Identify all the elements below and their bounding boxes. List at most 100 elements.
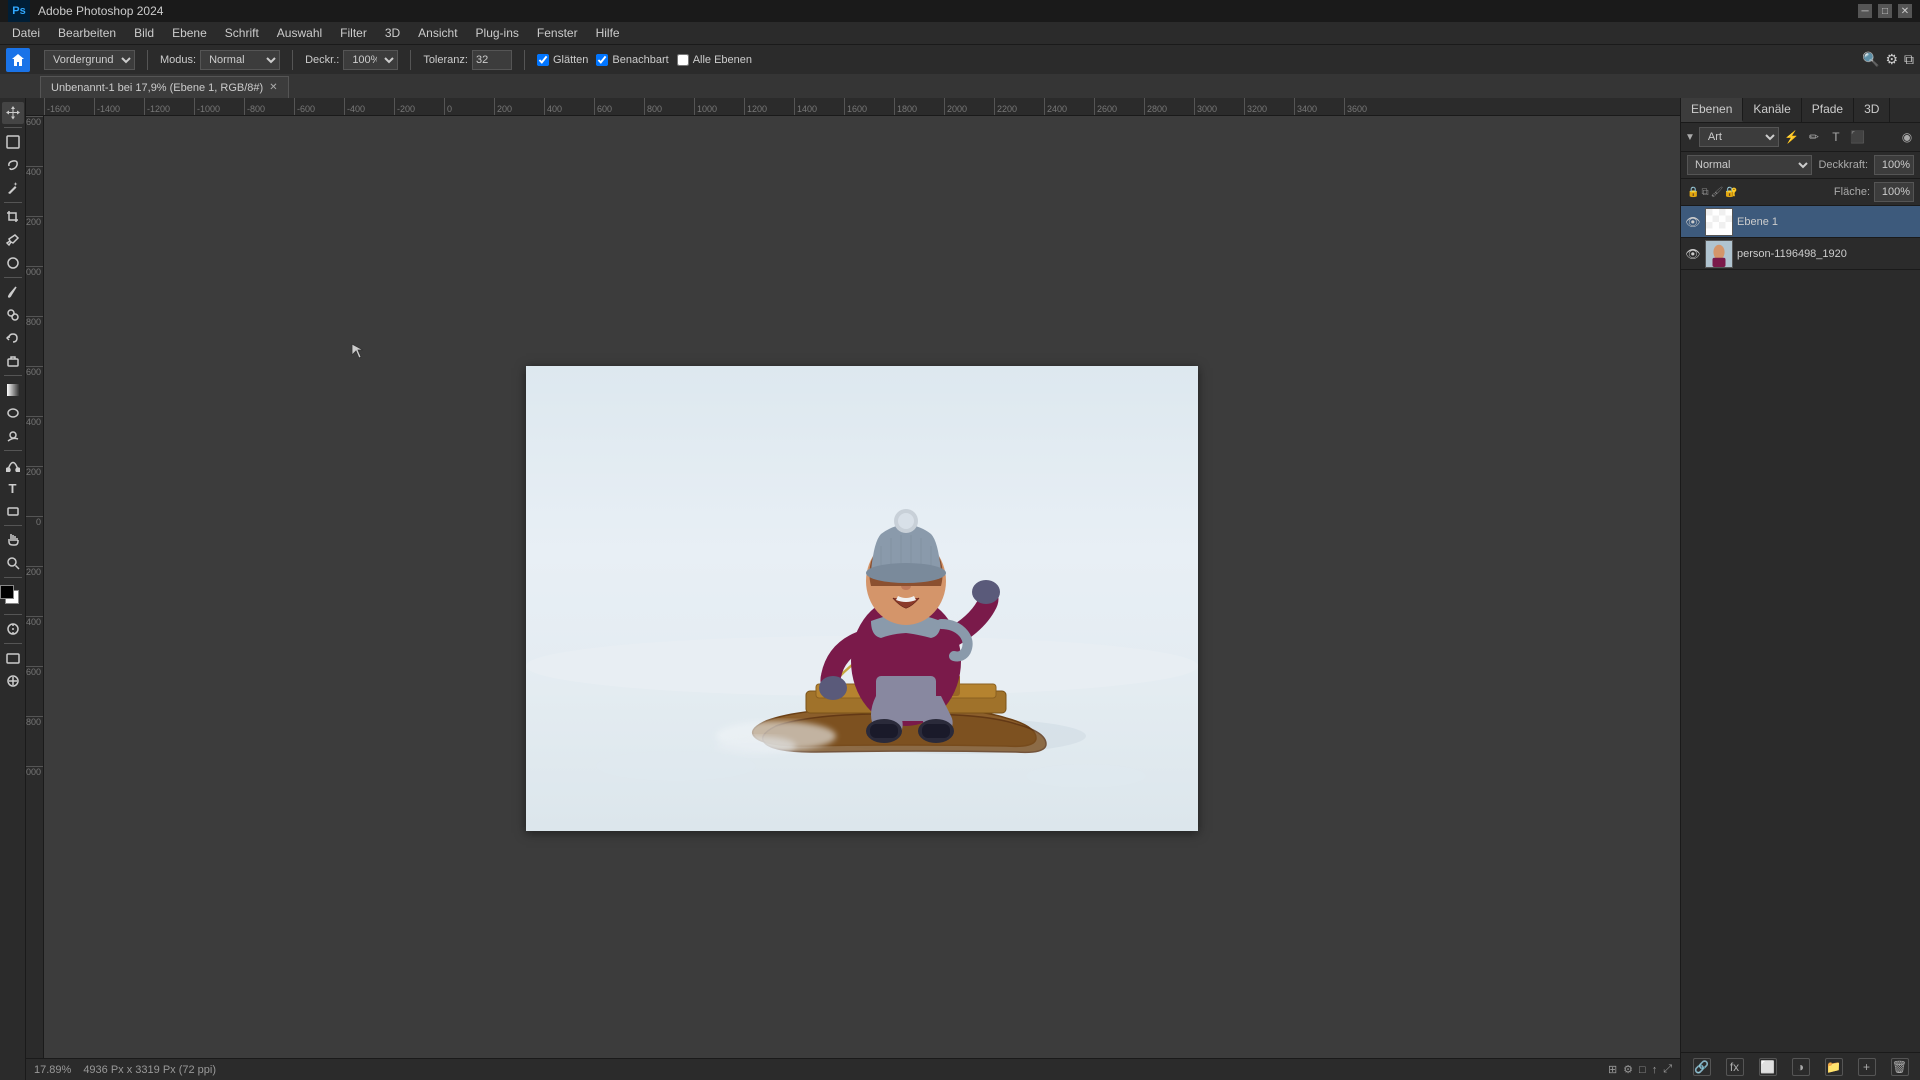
tab-ebenen[interactable]: Ebenen: [1681, 98, 1743, 122]
layer-new-button[interactable]: +: [1858, 1058, 1876, 1076]
layer-visibility-1[interactable]: 👁: [1685, 214, 1701, 230]
adjust-icon[interactable]: ⚙: [1623, 1063, 1633, 1076]
menu-ansicht[interactable]: Ansicht: [410, 24, 465, 42]
lock-position-icon[interactable]: 🔒: [1687, 187, 1699, 198]
lock-all-icon[interactable]: 🔐: [1725, 187, 1737, 198]
menu-ebene[interactable]: Ebene: [164, 24, 215, 42]
layer-item-2[interactable]: 👁 person-1196498_1920: [1681, 238, 1920, 270]
layer-fill-button[interactable]: ◑: [1792, 1058, 1810, 1076]
layer-visibility-2[interactable]: 👁: [1685, 246, 1701, 262]
select-tool[interactable]: [2, 131, 24, 153]
gradient-tool[interactable]: [2, 379, 24, 401]
path-tool[interactable]: [2, 454, 24, 476]
benachbart-checkbox[interactable]: [596, 54, 608, 66]
v-ruler-tick: -600: [26, 366, 43, 416]
alle-ebenen-container: Alle Ebenen: [677, 54, 752, 66]
menu-schrift[interactable]: Schrift: [217, 24, 267, 42]
layer-link-button[interactable]: 🔗: [1693, 1058, 1711, 1076]
fill-input[interactable]: [1874, 182, 1914, 202]
maximize-button[interactable]: □: [1878, 4, 1892, 18]
text-tool[interactable]: T: [2, 477, 24, 499]
deckraft-label: Deckr.:: [305, 54, 339, 66]
filter-type-select[interactable]: Art: [1699, 127, 1779, 147]
tab-close-button[interactable]: ✕: [269, 82, 277, 93]
magic-wand-tool[interactable]: [2, 177, 24, 199]
heal-tool[interactable]: [2, 252, 24, 274]
menu-hilfe[interactable]: Hilfe: [588, 24, 628, 42]
arrange-icon[interactable]: ⧉: [1904, 51, 1914, 68]
search-icon[interactable]: 🔍: [1862, 51, 1879, 68]
tab-kanale[interactable]: Kanäle: [1743, 98, 1801, 122]
layer-group-button[interactable]: 📁: [1825, 1058, 1843, 1076]
brush-tool[interactable]: [2, 281, 24, 303]
layers-list: 👁 Ebene 1: [1681, 206, 1920, 1052]
h-ruler-tick: -1600: [44, 98, 94, 116]
export-icon[interactable]: □: [1639, 1064, 1646, 1076]
toleranz-input[interactable]: [472, 50, 512, 70]
grid-icon[interactable]: ⊞: [1608, 1063, 1617, 1076]
screen-mode-tool[interactable]: [2, 647, 24, 669]
lasso-tool[interactable]: [2, 154, 24, 176]
alle-ebenen-checkbox[interactable]: [677, 54, 689, 66]
menu-plugins[interactable]: Plug-ins: [468, 24, 527, 42]
deckraft-select[interactable]: 100%: [343, 50, 398, 70]
close-button[interactable]: ✕: [1898, 4, 1912, 18]
layer-style-button[interactable]: fx: [1726, 1058, 1744, 1076]
tool-divider-9: [4, 643, 22, 644]
tool-preset-select[interactable]: Vordergrund: [44, 50, 135, 70]
layer-icon-btn-1[interactable]: ⚡: [1783, 128, 1801, 146]
modus-select[interactable]: Normal: [200, 50, 280, 70]
settings-icon[interactable]: ⚙: [1885, 51, 1898, 68]
color-swatch-container[interactable]: [0, 585, 26, 611]
layer-mask-button[interactable]: ⬜: [1759, 1058, 1777, 1076]
layer-icon-btn-2[interactable]: ✏: [1805, 128, 1823, 146]
divider-4: [524, 50, 525, 70]
menu-3d[interactable]: 3D: [377, 24, 408, 42]
blur-tool[interactable]: [2, 402, 24, 424]
lock-transparent-icon[interactable]: ⧉: [1701, 187, 1708, 198]
tool-divider-4: [4, 375, 22, 376]
h-ruler-tick: -1400: [94, 98, 144, 116]
move-tool[interactable]: [2, 102, 24, 124]
layers-panel: ▼ Art ⚡ ✏ T ⬛ ◉ Normal Deckkraft:: [1681, 123, 1920, 1080]
glatten-checkbox[interactable]: [537, 54, 549, 66]
eyedropper-tool[interactable]: [2, 229, 24, 251]
layer-icon-btn-4[interactable]: ⬛: [1849, 128, 1867, 146]
crop-tool[interactable]: [2, 206, 24, 228]
layer-name-1: Ebene 1: [1737, 216, 1916, 228]
menu-auswahl[interactable]: Auswahl: [269, 24, 330, 42]
opacity-input[interactable]: [1874, 155, 1914, 175]
quick-mask-tool[interactable]: [2, 618, 24, 640]
share-icon[interactable]: ↑: [1652, 1064, 1658, 1076]
tab-pfade[interactable]: Pfade: [1802, 98, 1854, 122]
zoom-tool[interactable]: [2, 552, 24, 574]
extra-tool[interactable]: [2, 670, 24, 692]
lock-image-icon[interactable]: 🖌: [1711, 187, 1724, 198]
layer-delete-button[interactable]: 🗑: [1891, 1058, 1909, 1076]
fill-label: Fläche:: [1834, 186, 1870, 198]
minimize-button[interactable]: ─: [1858, 4, 1872, 18]
foreground-color-swatch[interactable]: [0, 585, 14, 599]
shape-tool[interactable]: [2, 500, 24, 522]
menu-datei[interactable]: Datei: [4, 24, 48, 42]
layer-item-1[interactable]: 👁 Ebene 1: [1681, 206, 1920, 238]
options-bar: Vordergrund Modus: Normal Deckr.: 100% T…: [0, 44, 1920, 74]
layer-filter-toggle[interactable]: ◉: [1898, 128, 1916, 146]
menu-bild[interactable]: Bild: [126, 24, 162, 42]
layer-icon-btn-3[interactable]: T: [1827, 128, 1845, 146]
eraser-tool[interactable]: [2, 350, 24, 372]
clone-tool[interactable]: [2, 304, 24, 326]
hand-tool[interactable]: [2, 529, 24, 551]
blend-mode-select[interactable]: Normal: [1687, 155, 1812, 175]
home-button[interactable]: [6, 48, 30, 72]
menu-fenster[interactable]: Fenster: [529, 24, 586, 42]
title-bar-controls[interactable]: ─ □ ✕: [1858, 4, 1912, 18]
fullscreen-icon[interactable]: ⤢: [1663, 1063, 1672, 1076]
history-brush-tool[interactable]: [2, 327, 24, 349]
dodge-tool[interactable]: [2, 425, 24, 447]
menu-bearbeiten[interactable]: Bearbeiten: [50, 24, 124, 42]
tab-3d[interactable]: 3D: [1854, 98, 1890, 122]
canvas-svg: [526, 366, 1198, 831]
menu-filter[interactable]: Filter: [332, 24, 375, 42]
document-tab[interactable]: Unbenannt-1 bei 17,9% (Ebene 1, RGB/8#) …: [40, 76, 289, 98]
